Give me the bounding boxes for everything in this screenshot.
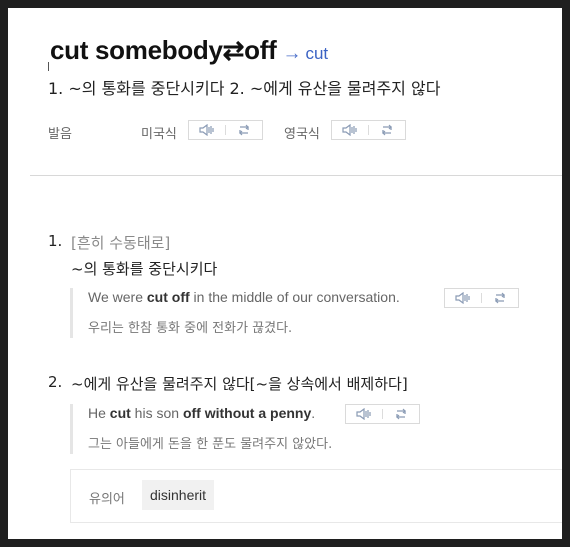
uk-label: 영국식	[284, 127, 320, 142]
us-label: 미국식	[141, 127, 177, 142]
text-cursor	[48, 62, 49, 71]
sense-1-example: We were cut off in the middle of our con…	[70, 288, 519, 338]
speaker-icon[interactable]	[346, 405, 382, 423]
repeat-icon[interactable]	[383, 405, 419, 423]
example-korean: 우리는 한참 통화 중에 전화가 끊겼다.	[88, 321, 293, 336]
sense-number: 1.	[48, 232, 63, 250]
grammar-note: [흔히 수동태로]	[71, 234, 171, 252]
speaker-icon[interactable]	[332, 121, 368, 139]
repeat-icon[interactable]	[226, 121, 262, 139]
definition-text: ~에게 유산을 물려주지 않다[~을 상속에서 배제하다]	[71, 375, 408, 393]
sense-number: 2.	[48, 373, 63, 391]
speaker-icon[interactable]	[445, 289, 481, 307]
speaker-icon[interactable]	[189, 121, 225, 139]
arrow-icon: →	[282, 43, 302, 64]
section-divider	[30, 175, 562, 176]
example-audio-control	[444, 288, 519, 308]
synonym-chip[interactable]: disinherit	[142, 480, 215, 510]
base-word-link[interactable]: cut	[305, 44, 328, 63]
repeat-icon[interactable]	[369, 121, 405, 139]
uk-audio-control	[331, 120, 406, 140]
definition-text: ~의 통화를 중단시키다	[71, 260, 218, 278]
us-audio-control	[188, 120, 263, 140]
example-korean: 그는 아들에게 돈을 한 푼도 물려주지 않았다.	[88, 437, 333, 452]
example-english: He cut his son off without a penny.	[88, 405, 316, 421]
entry-header: cut somebody⇄off → cut	[50, 35, 328, 66]
pronunciation-label: 발음	[48, 127, 72, 142]
sense-2-example: He cut his son off without a penny. 그는 아…	[70, 404, 420, 454]
synonym-box: 유의어 disinherit	[70, 469, 562, 523]
example-audio-control	[345, 404, 420, 424]
meaning-summary: 1. ~의 통화를 중단시키다 2. ~에게 유산을 물려주지 않다	[48, 79, 441, 98]
head-word: cut somebody⇄off	[50, 35, 277, 65]
synonym-label: 유의어	[89, 492, 125, 507]
repeat-icon[interactable]	[482, 289, 518, 307]
dictionary-panel: cut somebody⇄off → cut 1. ~의 통화를 중단시키다 2. …	[8, 8, 562, 539]
example-english: We were cut off in the middle of our con…	[88, 289, 400, 305]
